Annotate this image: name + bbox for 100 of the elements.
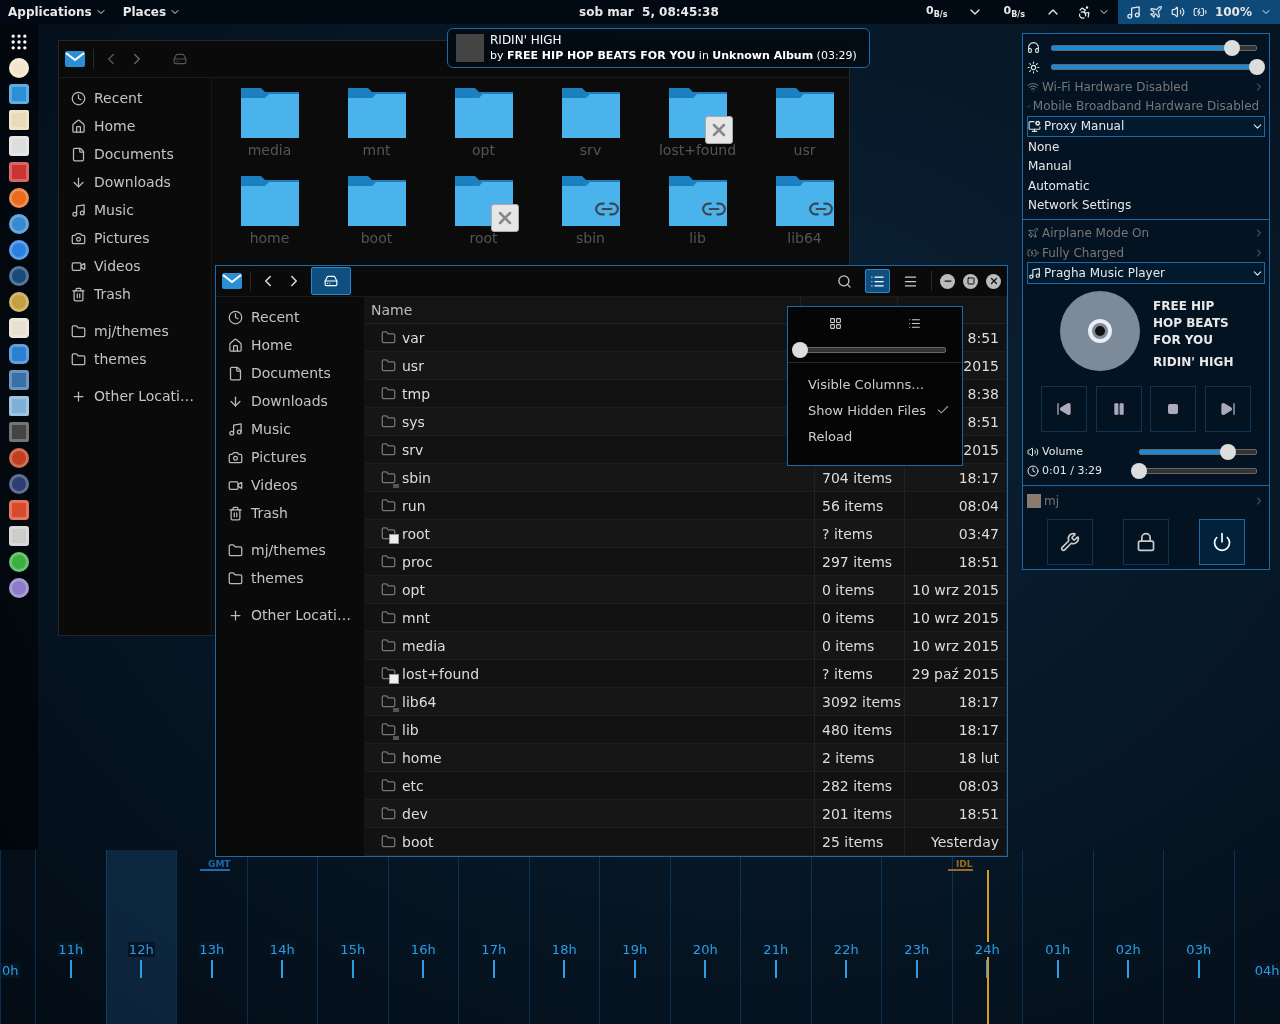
previous-button[interactable]: [1041, 385, 1087, 432]
sidebar-item[interactable]: Videos: [216, 471, 364, 499]
file-row[interactable]: opt 0 items 10 wrz 2015: [365, 576, 1007, 604]
settings-button[interactable]: [1047, 519, 1093, 566]
file-size: 0 items: [822, 637, 875, 654]
sidebar-item[interactable]: Trash: [216, 499, 364, 527]
file-row[interactable]: lib64 3092 items 18:17: [365, 688, 1007, 716]
file-row[interactable]: root ? items 03:47: [365, 520, 1007, 548]
music-player-expander[interactable]: Pragha Music Player: [1027, 262, 1265, 284]
folder-icon[interactable]: [240, 174, 299, 226]
file-row[interactable]: sbin 704 items 18:17: [365, 464, 1007, 492]
sidebar-item[interactable]: Downloads: [59, 168, 211, 196]
sidebar-item[interactable]: Documents: [216, 359, 364, 387]
sidebar-item[interactable]: Pictures: [216, 443, 364, 471]
hour-label: 16h: [409, 942, 437, 957]
close-button[interactable]: [986, 273, 1001, 289]
accessibility-icon[interactable]: [1076, 4, 1092, 20]
grid-view-icon[interactable]: [829, 317, 842, 330]
file-row[interactable]: mnt 0 items 10 wrz 2015: [365, 604, 1007, 632]
file-row[interactable]: run 56 items 08:04: [365, 492, 1007, 520]
sidebar-item[interactable]: mj/themes: [59, 317, 211, 345]
folder-icon[interactable]: [347, 86, 406, 138]
folder-icon[interactable]: [454, 86, 513, 138]
sidebar-item[interactable]: Trash: [59, 280, 211, 308]
slider-handle[interactable]: [1219, 443, 1236, 460]
system-status-area[interactable]: 100%: [1117, 0, 1280, 24]
app-grid-icon[interactable]: [9, 32, 29, 52]
sidebar-item[interactable]: Other Locati…: [216, 601, 364, 629]
mail-icon: [222, 273, 242, 289]
list-view-button[interactable]: [865, 269, 890, 293]
notification-title: RIDIN' HIGH: [490, 33, 563, 48]
file-row[interactable]: boot 25 items Yesterday: [365, 828, 1007, 856]
user-menu-item[interactable]: mj: [1027, 491, 1265, 512]
file-row[interactable]: etc 282 items 08:03: [365, 772, 1007, 800]
hour-tick: [69, 960, 72, 978]
file-size: 480 items: [822, 721, 893, 738]
sidebar-item[interactable]: themes: [59, 345, 211, 373]
folder-icon[interactable]: [561, 174, 620, 226]
location-button[interactable]: [311, 267, 351, 295]
menu-button[interactable]: Applications: [0, 0, 115, 24]
slider-handle[interactable]: [792, 342, 808, 358]
sidebar-item[interactable]: Music: [216, 415, 364, 443]
clock[interactable]: sob mar 5, 08:45:38: [579, 5, 719, 19]
sidebar-item[interactable]: Music: [59, 196, 211, 224]
sidebar-item[interactable]: Documents: [59, 140, 211, 168]
proxy-expander[interactable]: Proxy Manual: [1027, 115, 1265, 138]
app-icon[interactable]: [9, 58, 29, 78]
app-icon[interactable]: [9, 578, 29, 598]
file-row[interactable]: media 0 items 10 wrz 2015: [365, 632, 1007, 660]
lock-button[interactable]: [1123, 519, 1169, 566]
power-button[interactable]: [1199, 519, 1245, 566]
file-row[interactable]: dev 201 items 18:51: [365, 800, 1007, 828]
menu-button[interactable]: Places: [114, 0, 190, 24]
folder-icon[interactable]: [347, 174, 406, 226]
file-modified: 10 wrz 2015: [912, 581, 999, 598]
sidebar-item[interactable]: Videos: [59, 252, 211, 280]
maximize-button[interactable]: [963, 273, 978, 289]
next-button[interactable]: [1204, 385, 1251, 432]
slider-handle[interactable]: [1249, 59, 1265, 76]
menu-item[interactable]: Automatic: [1027, 175, 1265, 196]
mail-icon: [65, 51, 85, 67]
menu-item[interactable]: None: [1027, 137, 1265, 157]
file-row[interactable]: lib 480 items 18:17: [365, 716, 1007, 744]
sidebar-item[interactable]: Pictures: [59, 224, 211, 252]
sidebar-item[interactable]: Home: [216, 331, 364, 359]
app-icon[interactable]: [9, 188, 29, 208]
sidebar-item[interactable]: Other Locati…: [59, 382, 211, 410]
other-icon: [228, 607, 243, 623]
file-row[interactable]: lost+found ? items 29 paź 2015: [365, 660, 1007, 688]
folder-icon[interactable]: [561, 86, 620, 138]
menu-item[interactable]: Network Settings: [1027, 195, 1265, 215]
app-icon[interactable]: [9, 292, 29, 312]
list-view-icon[interactable]: [908, 317, 921, 330]
slider-handle[interactable]: [1131, 462, 1147, 479]
stop-button[interactable]: [1150, 385, 1197, 432]
file-modified: 18 lut: [958, 749, 999, 766]
app-icon[interactable]: [9, 240, 29, 260]
sidebar-item[interactable]: Recent: [59, 84, 211, 112]
app-icon[interactable]: [9, 214, 29, 234]
pause-button[interactable]: [1095, 385, 1142, 432]
power-icon: [1212, 532, 1232, 553]
app-icon[interactable]: [9, 344, 29, 364]
app-icon[interactable]: [9, 552, 29, 572]
sidebar-item[interactable]: themes: [216, 564, 364, 592]
folder-icon[interactable]: [775, 86, 834, 138]
app-icon[interactable]: [9, 448, 29, 468]
sidebar-item[interactable]: Recent: [216, 303, 364, 331]
slider-handle[interactable]: [1224, 39, 1241, 56]
minimize-button[interactable]: [940, 273, 955, 289]
file-modified: 18:17: [958, 693, 999, 710]
sidebar-item[interactable]: mj/themes: [216, 536, 364, 564]
settings-icon: [1060, 532, 1080, 553]
file-row[interactable]: proc 297 items 18:51: [365, 548, 1007, 576]
sidebar-item[interactable]: Home: [59, 112, 211, 140]
file-row[interactable]: home 2 items 18 lut: [365, 744, 1007, 772]
folder-icon[interactable]: [240, 86, 299, 138]
folder-icon[interactable]: [668, 174, 727, 226]
sidebar-item[interactable]: Downloads: [216, 387, 364, 415]
menu-item[interactable]: Manual: [1027, 156, 1265, 176]
folder-icon[interactable]: [775, 174, 834, 226]
